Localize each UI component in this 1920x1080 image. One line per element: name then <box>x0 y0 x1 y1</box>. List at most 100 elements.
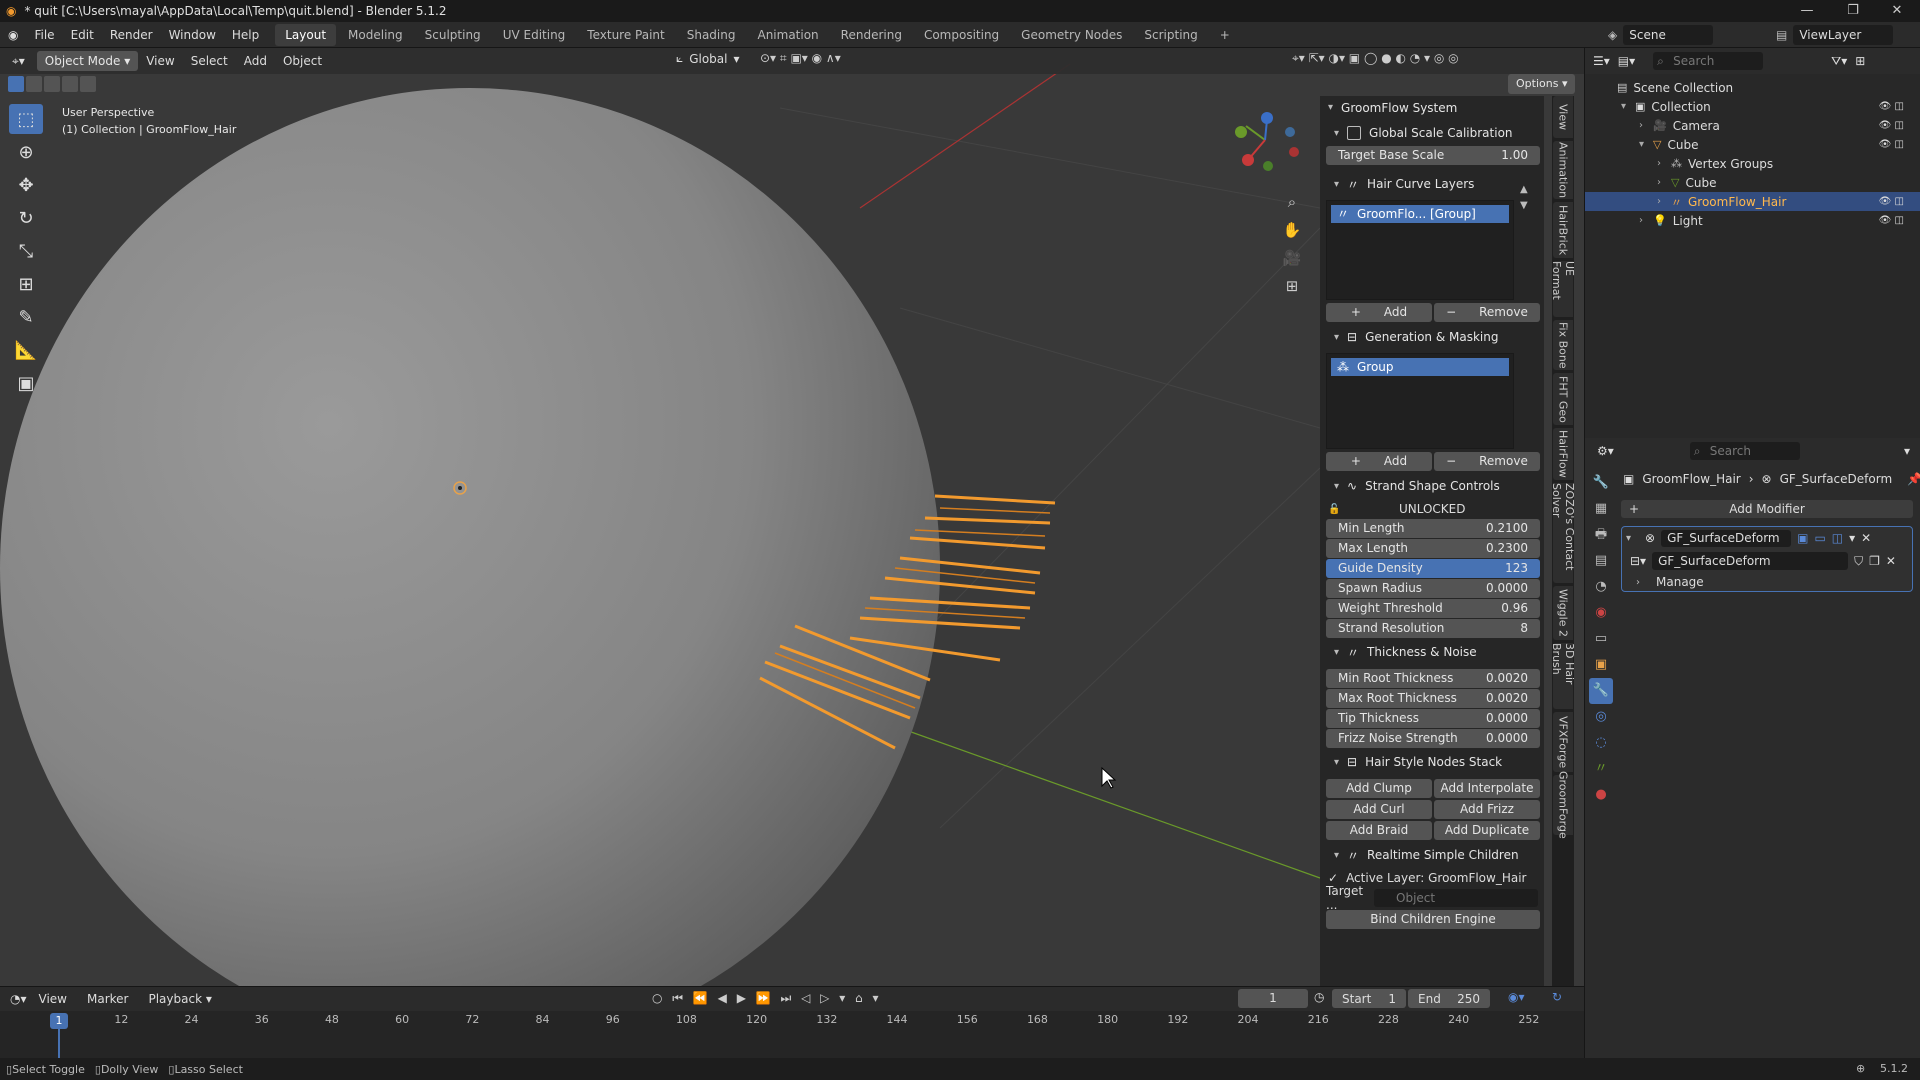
strand-shape-field-3[interactable]: Spawn Radius 0.0000 <box>1326 579 1540 598</box>
scene-selector[interactable]: ◈ Scene <box>1608 25 1714 45</box>
annotate-tool-icon[interactable]: ✎ <box>9 302 43 332</box>
viewlayer-selector[interactable]: ▤ ViewLayer <box>1776 25 1894 45</box>
remove-modifier-icon[interactable]: ✕ <box>1861 531 1871 545</box>
transform-tool-icon[interactable]: ⊞ <box>9 269 43 299</box>
playback-controls[interactable]: ○ ⏮ ⏪ ◀ ▶ ⏩ ⏭ ◁ ▷ ▾ ⌂ ▾ <box>652 991 882 1006</box>
tool-tab-icon[interactable]: 🔧 <box>1589 470 1613 496</box>
strand-shape-field-0[interactable]: Min Length 0.2100 <box>1326 519 1540 538</box>
viewport-menu-add[interactable]: Add <box>236 48 275 74</box>
realtime-children-header[interactable]: ▾ 〃 Realtime Simple Children <box>1320 842 1544 868</box>
camera-view-icon[interactable]: 🎥 <box>1280 244 1304 272</box>
strand-shape-header[interactable]: ▾ ∿ Strand Shape Controls <box>1320 473 1544 499</box>
end-frame-field[interactable]: End 250 <box>1408 989 1490 1008</box>
menu-file[interactable]: File <box>26 22 62 48</box>
add-curl-button[interactable]: Add Curl <box>1326 800 1432 819</box>
tab-rendering[interactable]: Rendering <box>831 24 912 46</box>
pan-hand-icon[interactable]: ✋ <box>1280 216 1304 244</box>
checkbox-icon[interactable] <box>1347 126 1362 140</box>
close-icon[interactable]: ✕ <box>1874 0 1920 22</box>
measure-tool-icon[interactable]: 📐 <box>9 335 43 365</box>
add-frizz-button[interactable]: Add Frizz <box>1434 800 1540 819</box>
options-chevron-icon[interactable]: ▾ <box>1904 444 1910 458</box>
viewport-menu-view[interactable]: View <box>138 48 182 74</box>
sidebar-tab-0[interactable]: View <box>1553 96 1573 138</box>
scale-tool-icon[interactable]: ⤡ <box>9 236 43 266</box>
transform-orientation-dropdown[interactable]: ⟀ Global ▾ <box>676 51 740 66</box>
data-tab-icon[interactable]: 〃 <box>1589 756 1613 782</box>
viewport-shading-icons[interactable]: ⌖▾ ⇱▾ ◑▾ ▣ ◯ ● ◐ ◔ ▾ ◎ ◎ <box>1292 51 1459 66</box>
outliner-editor-icon[interactable]: ☰▾ <box>1593 54 1610 68</box>
physics-tab-icon[interactable]: ◌ <box>1589 730 1613 756</box>
world-tab-icon[interactable]: ◉ <box>1589 600 1613 626</box>
list-item[interactable]: 〃 GroomFlo... [Group] <box>1331 205 1509 223</box>
sidebar-tab-1[interactable]: Animation <box>1553 141 1573 199</box>
add-interpolate-button[interactable]: Add Interpolate <box>1434 779 1540 798</box>
duplicate-icon[interactable]: ❐ <box>1869 554 1880 568</box>
add-layer-button[interactable]: + Add <box>1326 303 1432 322</box>
timeline-menu-view[interactable]: View <box>31 987 75 1011</box>
add-clump-button[interactable]: Add Clump <box>1326 779 1432 798</box>
timeline-menu-playback[interactable]: Playback ▾ <box>140 987 219 1011</box>
playhead-indicator[interactable]: 1 <box>50 1013 68 1029</box>
visibility-toggle-icon[interactable]: 👁 ◫ <box>1879 196 1904 207</box>
visibility-toggle-icon[interactable]: 👁 ◫ <box>1879 215 1904 226</box>
collection-tab-icon[interactable]: ▭ <box>1589 626 1613 652</box>
zoom-icon[interactable]: ⌕ <box>1280 188 1304 216</box>
properties-search-field[interactable]: ⌕ Search <box>1689 442 1800 460</box>
list-move-arrows[interactable]: ▲ ▼ <box>1520 182 1528 214</box>
vertex-group-list[interactable]: ⁂ Group <box>1326 353 1514 449</box>
sidebar-tab-8[interactable]: Wiggle 2 <box>1553 586 1573 640</box>
node-tree-icon[interactable]: ⊟▾ <box>1630 554 1646 568</box>
strand-shape-field-4[interactable]: Weight Threshold 0.96 <box>1326 599 1540 618</box>
tab-scripting[interactable]: Scripting <box>1134 24 1207 46</box>
thickness-field-0[interactable]: Min Root Thickness 0.0020 <box>1326 669 1540 688</box>
tab-shading[interactable]: Shading <box>677 24 746 46</box>
viewport-menu-select[interactable]: Select <box>183 48 236 74</box>
maximize-icon[interactable]: ❐ <box>1830 0 1876 22</box>
expand-chevron-icon[interactable]: › <box>1657 158 1671 169</box>
timeline-menu-marker[interactable]: Marker <box>79 987 136 1011</box>
add-cube-tool-icon[interactable]: ▣ <box>9 368 43 398</box>
render-tab-icon[interactable]: ▦ <box>1589 496 1613 522</box>
bind-children-button[interactable]: Bind Children Engine <box>1326 910 1540 929</box>
menu-render[interactable]: Render <box>102 22 161 48</box>
add-group-button[interactable]: + Add <box>1326 452 1432 471</box>
outliner-row[interactable]: › 💡 Light 👁 ◫ <box>1585 211 1920 230</box>
manage-subpanel[interactable]: › Manage <box>1622 573 1912 591</box>
menu-window[interactable]: Window <box>161 22 224 48</box>
modifier-name-field[interactable]: GF_SurfaceDeform <box>1661 529 1792 547</box>
node-group-field[interactable]: GF_SurfaceDeform <box>1652 552 1849 570</box>
add-workspace-icon[interactable]: + <box>1210 24 1240 46</box>
expand-chevron-icon[interactable]: ▾ <box>1639 139 1653 150</box>
panel-header[interactable]: ▾ GroomFlow System <box>1320 96 1544 120</box>
sidebar-tab-3[interactable]: UE Format <box>1550 261 1576 317</box>
remove-layer-button[interactable]: − Remove <box>1434 303 1540 322</box>
cursor-tool-icon[interactable]: ⊕ <box>9 137 43 167</box>
viewport-toggle-icon[interactable]: ▭ <box>1814 531 1825 545</box>
sidebar-tab-9[interactable]: 3D Hair Brush <box>1550 643 1576 709</box>
tab-uv-editing[interactable]: UV Editing <box>493 24 576 46</box>
scene-tab-icon[interactable]: ◔ <box>1589 574 1613 600</box>
expand-chevron-icon[interactable]: › <box>1639 120 1653 131</box>
add-duplicate-button[interactable]: Add Duplicate <box>1434 821 1540 840</box>
thickness-field-2[interactable]: Tip Thickness 0.0000 <box>1326 709 1540 728</box>
view-layer-tab-icon[interactable]: ▤ <box>1589 548 1613 574</box>
options-button[interactable]: Options ▾ <box>1508 74 1576 94</box>
scene-name[interactable]: Scene <box>1623 25 1714 45</box>
outliner-search-field[interactable]: ⌕ Search <box>1653 52 1764 70</box>
add-braid-button[interactable]: Add Braid <box>1326 821 1432 840</box>
frame-ruler[interactable]: 12 24 36 48 60 72 84 96 108 120 132 144 156 168 180 192… <box>0 1011 1584 1029</box>
editmode-toggle-icon[interactable]: ▣ <box>1797 531 1808 545</box>
strand-shape-field-1[interactable]: Max Length 0.2300 <box>1326 539 1540 558</box>
timeline-editor-icon[interactable]: ◔▾ <box>10 992 27 1006</box>
sidebar-tab-6[interactable]: HairFlow <box>1553 428 1573 480</box>
expand-chevron-icon[interactable]: › <box>1657 196 1671 207</box>
visibility-toggle-icon[interactable]: 👁 ◫ <box>1879 139 1904 150</box>
viewport-menu-object[interactable]: Object <box>275 48 330 74</box>
outliner-row[interactable]: ▾ ▣ Collection 👁 ◫ <box>1585 97 1920 116</box>
target-base-scale-field[interactable]: Target Base Scale 1.00 <box>1326 146 1540 165</box>
unlink-icon[interactable]: ✕ <box>1886 554 1896 568</box>
display-mode-icon[interactable]: ▤▾ <box>1618 54 1635 68</box>
sidebar-tab-10[interactable]: VFXForge <box>1553 712 1573 772</box>
strand-shape-field-5[interactable]: Strand Resolution 8 <box>1326 619 1540 638</box>
